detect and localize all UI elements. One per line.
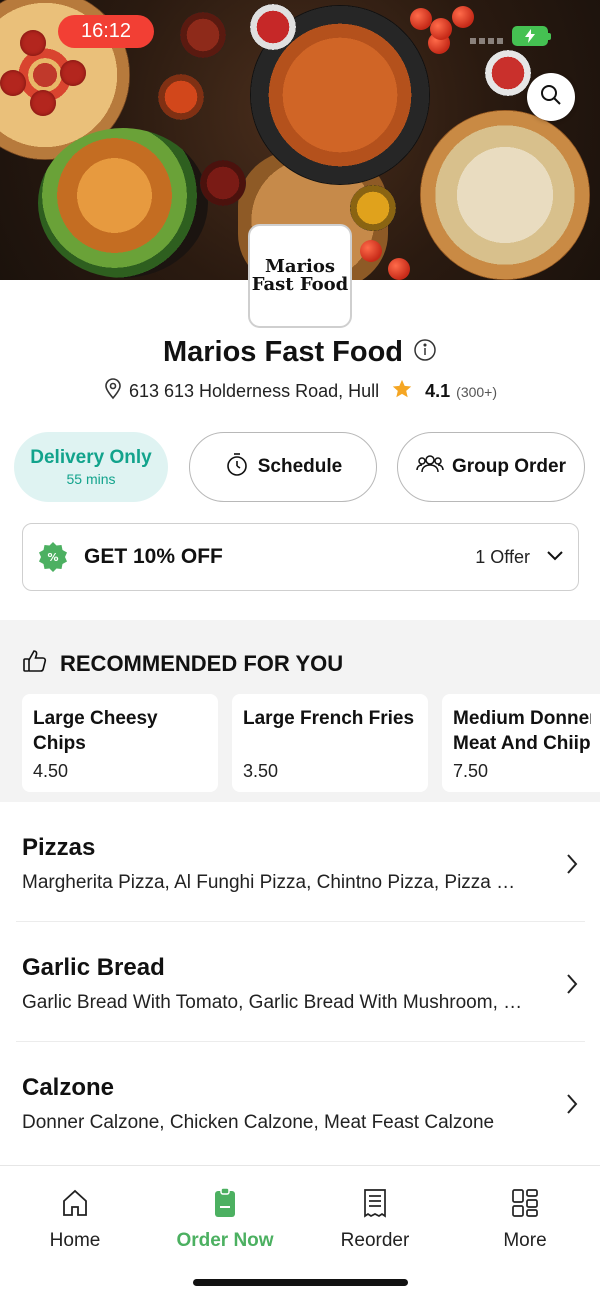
category-title: Calzone — [22, 1074, 115, 1101]
recommended-list: Large Cheesy Chips 4.50 Large French Fri… — [22, 694, 600, 792]
recommended-card[interactable]: Medium Donner Meat And Chiips 7.50 — [442, 694, 600, 792]
offer-dropdown[interactable]: % GET 10% OFF 1 Offer — [22, 523, 579, 591]
divider — [16, 1041, 585, 1042]
recommended-section: RECOMMENDED FOR YOU Large Cheesy Chips 4… — [0, 620, 600, 802]
grid-icon — [511, 1188, 539, 1224]
shrimp-bowl-image — [38, 128, 208, 278]
item-name: Large Cheesy — [33, 708, 158, 729]
item-price: 4.50 — [33, 761, 69, 781]
tomato-image — [430, 18, 452, 40]
restaurant-logo: Marios Fast Food — [248, 224, 352, 328]
restaurant-address: 613 613 Holderness Road, Hull — [128, 381, 380, 401]
nav-order-now[interactable]: Order Now — [150, 1187, 300, 1252]
discount-badge-icon: % — [37, 541, 69, 573]
category-title: Garlic Bread — [22, 954, 165, 981]
signal-indicator — [470, 38, 504, 44]
category-description: Garlic Bread With Tomato, Garlic Bread W… — [22, 992, 527, 1013]
item-name: Medium Donner — [453, 708, 591, 729]
search-icon — [539, 83, 563, 112]
rating-count: (300+) — [456, 383, 498, 400]
category-row-pizzas[interactable]: Pizzas Margherita Pizza, Al Funghi Pizza… — [22, 820, 585, 940]
item-price: 7.50 — [453, 761, 489, 781]
home-indicator — [193, 1279, 408, 1286]
thumbs-up-icon — [22, 648, 48, 680]
divider — [16, 921, 585, 922]
sauce-bowl-image — [250, 4, 296, 50]
delivery-option-button[interactable]: Delivery Only 55 mins — [14, 432, 168, 502]
nav-more[interactable]: More — [450, 1188, 600, 1252]
tomato-image — [360, 240, 382, 262]
group-icon — [416, 452, 444, 482]
schedule-button[interactable]: Schedule — [189, 432, 377, 502]
pizza-image — [420, 110, 590, 280]
chevron-down-icon — [546, 548, 564, 566]
home-icon — [61, 1188, 89, 1224]
nav-home-label: Home — [49, 1230, 101, 1251]
item-name: Large French Fries — [243, 708, 415, 729]
rating-value: 4.1 — [425, 381, 451, 401]
category-description: Margherita Pizza, Al Funghi Pizza, Chint… — [22, 872, 527, 893]
nav-reorder[interactable]: Reorder — [300, 1188, 450, 1252]
search-button[interactable] — [527, 73, 575, 121]
star-icon — [391, 378, 413, 405]
order-icon — [213, 1187, 237, 1224]
chevron-right-icon — [565, 972, 579, 1001]
offer-title: GET 10% OFF — [84, 545, 223, 568]
chevron-right-icon — [565, 852, 579, 881]
nav-more-label: More — [503, 1230, 547, 1251]
stopwatch-icon — [224, 451, 250, 483]
spice-bowl-image — [158, 74, 204, 120]
nav-home[interactable]: Home — [0, 1188, 150, 1252]
recommended-heading: RECOMMENDED FOR YOU — [60, 651, 344, 676]
spice-bowl-image — [200, 160, 246, 206]
tomato-image — [452, 6, 474, 28]
offer-count: 1 Offer — [475, 546, 530, 567]
category-title: Pizzas — [22, 834, 96, 861]
chevron-right-icon — [565, 1092, 579, 1121]
item-price: 3.50 — [243, 761, 279, 781]
address-row: 613 613 Holderness Road, Hull 4.1 (300+) — [0, 378, 600, 405]
logo-line2: Fast Food — [251, 274, 349, 295]
nav-reorder-label: Reorder — [340, 1230, 410, 1251]
item-name: Meat And Chiips — [453, 733, 591, 754]
battery-icon — [512, 26, 551, 46]
category-row-calzone[interactable]: Calzone Donner Calzone, Chicken Calzone,… — [22, 1060, 585, 1180]
tomato-image — [410, 8, 432, 30]
group-order-button[interactable]: Group Order — [397, 432, 585, 502]
restaurant-name: Marios Fast Food — [162, 336, 404, 368]
sauce-bowl-image — [485, 50, 531, 96]
tomato-image — [388, 258, 410, 280]
schedule-label: Schedule — [257, 456, 343, 477]
location-pin-icon — [103, 378, 123, 405]
recommended-card[interactable]: Large French Fries 3.50 — [232, 694, 428, 792]
item-name: Chips — [33, 733, 86, 754]
spice-bowl-image — [180, 12, 226, 58]
restaurant-name-row: Marios Fast Food — [0, 336, 600, 369]
info-icon[interactable] — [413, 338, 437, 367]
delivery-time: 55 mins — [66, 471, 116, 487]
spice-bowl-image — [350, 185, 396, 231]
receipt-icon — [362, 1188, 388, 1224]
delivery-label: Delivery Only — [30, 447, 152, 468]
group-order-label: Group Order — [451, 456, 566, 477]
svg-text:%: % — [47, 551, 58, 564]
recommended-header: RECOMMENDED FOR YOU — [22, 648, 343, 680]
recommended-card[interactable]: Large Cheesy Chips 4.50 — [22, 694, 218, 792]
nav-order-now-label: Order Now — [176, 1230, 274, 1251]
status-time: 16:12 — [58, 15, 154, 48]
category-row-garlic-bread[interactable]: Garlic Bread Garlic Bread With Tomato, G… — [22, 940, 585, 1060]
category-description: Donner Calzone, Chicken Calzone, Meat Fe… — [22, 1112, 495, 1133]
